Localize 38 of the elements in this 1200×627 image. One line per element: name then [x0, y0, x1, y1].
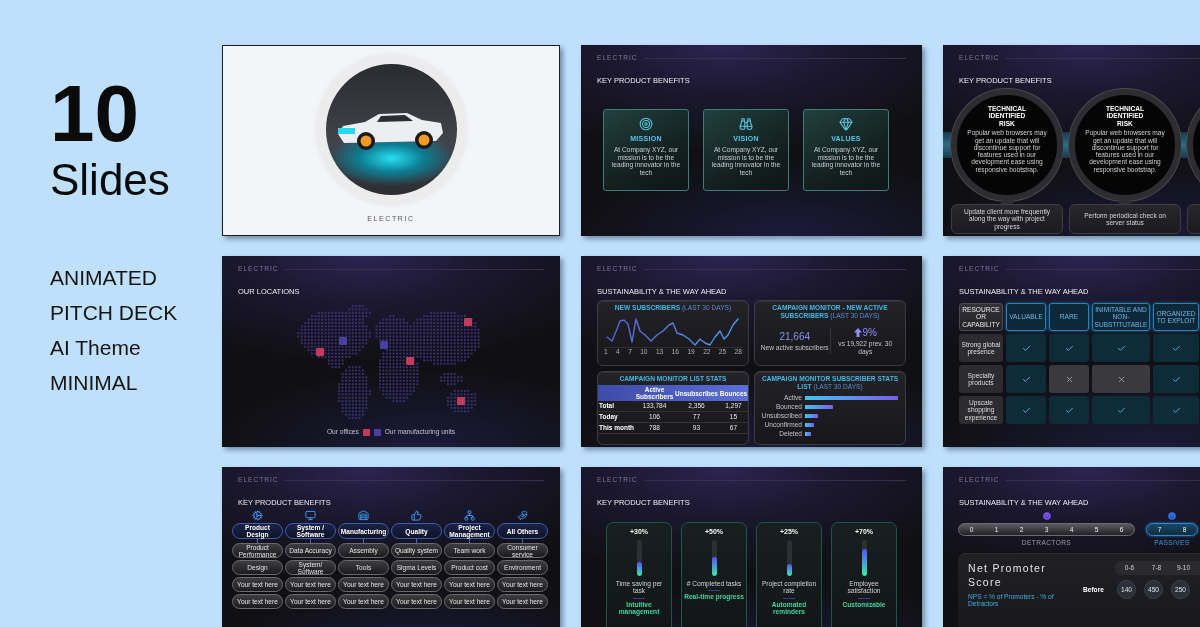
kpi-value: 21,664 — [779, 330, 811, 342]
monitor-icon — [305, 510, 316, 521]
check-icon — [1171, 405, 1181, 415]
check-icon — [1064, 405, 1074, 415]
check-icon — [1021, 405, 1031, 415]
stat-bar — [805, 405, 833, 409]
cross-icon — [1064, 374, 1074, 384]
thumbs-up-icon — [411, 510, 422, 521]
feature-label: MINIMAL — [50, 370, 138, 396]
cross-icon — [1116, 374, 1126, 384]
stat-bar — [805, 432, 811, 436]
check-icon — [1171, 374, 1181, 384]
hierarchy-icon — [464, 510, 475, 521]
connector-band — [1181, 132, 1187, 158]
hand-heart-icon — [517, 510, 528, 521]
target-icon — [639, 117, 653, 131]
kpi-change: 9% — [862, 327, 877, 339]
feature-label: PITCH DECK — [50, 300, 178, 326]
arrow-up-icon — [853, 328, 862, 338]
stat-bar — [805, 423, 814, 427]
stat-bar — [805, 414, 818, 418]
check-icon — [1021, 343, 1031, 353]
feature-label: ANIMATED — [50, 265, 157, 291]
check-icon — [1171, 343, 1181, 353]
diamond-icon — [839, 117, 853, 131]
gear-icon — [252, 510, 263, 521]
check-icon — [1064, 343, 1074, 353]
feature-label: AI Theme — [50, 335, 141, 361]
connector-band — [943, 132, 951, 158]
slide-count: 10 — [50, 74, 140, 154]
slides-label: Slides — [50, 158, 171, 202]
check-icon — [1116, 405, 1126, 415]
connector-band — [1063, 132, 1069, 158]
score-title: Net Promoter Score — [968, 561, 1048, 589]
binoculars-icon — [739, 117, 753, 131]
check-icon — [1021, 374, 1031, 384]
warehouse-icon — [358, 510, 369, 521]
check-icon — [1116, 343, 1126, 353]
